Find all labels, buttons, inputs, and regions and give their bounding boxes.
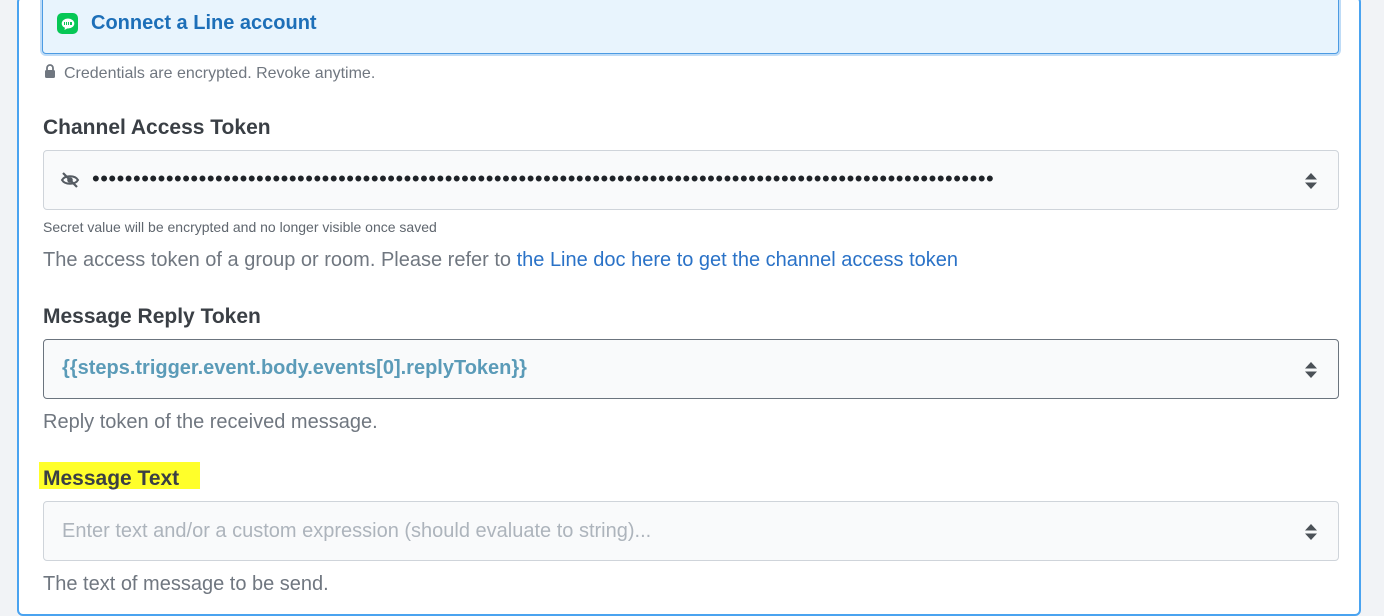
message-reply-token-input[interactable]: {{steps.trigger.event.body.events[0].rep… bbox=[43, 339, 1339, 399]
channel-access-token-input[interactable]: ••••••••••••••••••••••••••••••••••••••••… bbox=[43, 150, 1339, 210]
line-doc-link[interactable]: the Line doc here to get the channel acc… bbox=[517, 249, 958, 271]
eye-off-icon[interactable] bbox=[60, 170, 80, 195]
message-text-input[interactable]: Enter text and/or a custom expression (s… bbox=[43, 501, 1339, 561]
lock-icon bbox=[44, 64, 56, 83]
line-logo-icon bbox=[57, 13, 78, 34]
channel-access-token-help: The access token of a group or room. Ple… bbox=[43, 249, 958, 272]
connect-account-label: Connect a Line account bbox=[91, 12, 317, 34]
message-text-help: The text of message to be send. bbox=[43, 573, 329, 595]
message-reply-token-help: Reply token of the received message. bbox=[43, 411, 378, 433]
sort-arrows-icon[interactable] bbox=[1304, 361, 1318, 379]
message-reply-token-label: Message Reply Token bbox=[43, 305, 261, 328]
message-text-placeholder: Enter text and/or a custom expression (s… bbox=[62, 520, 652, 542]
credentials-note: Credentials are encrypted. Revoke anytim… bbox=[44, 64, 375, 83]
channel-access-token-label: Channel Access Token bbox=[43, 116, 271, 139]
channel-access-token-help-text: The access token of a group or room. Ple… bbox=[43, 249, 517, 271]
sort-arrows-icon[interactable] bbox=[1304, 523, 1318, 541]
masked-token-value: ••••••••••••••••••••••••••••••••••••••••… bbox=[92, 166, 995, 191]
sort-arrows-icon[interactable] bbox=[1304, 172, 1318, 190]
credentials-note-text: Credentials are encrypted. Revoke anytim… bbox=[64, 64, 376, 82]
reply-token-expression: {{steps.trigger.event.body.events[0].rep… bbox=[62, 357, 527, 379]
secret-note: Secret value will be encrypted and no lo… bbox=[43, 219, 437, 235]
connect-line-account-button[interactable]: Connect a Line account bbox=[42, 0, 1339, 54]
message-text-label: Message Text bbox=[43, 467, 180, 490]
